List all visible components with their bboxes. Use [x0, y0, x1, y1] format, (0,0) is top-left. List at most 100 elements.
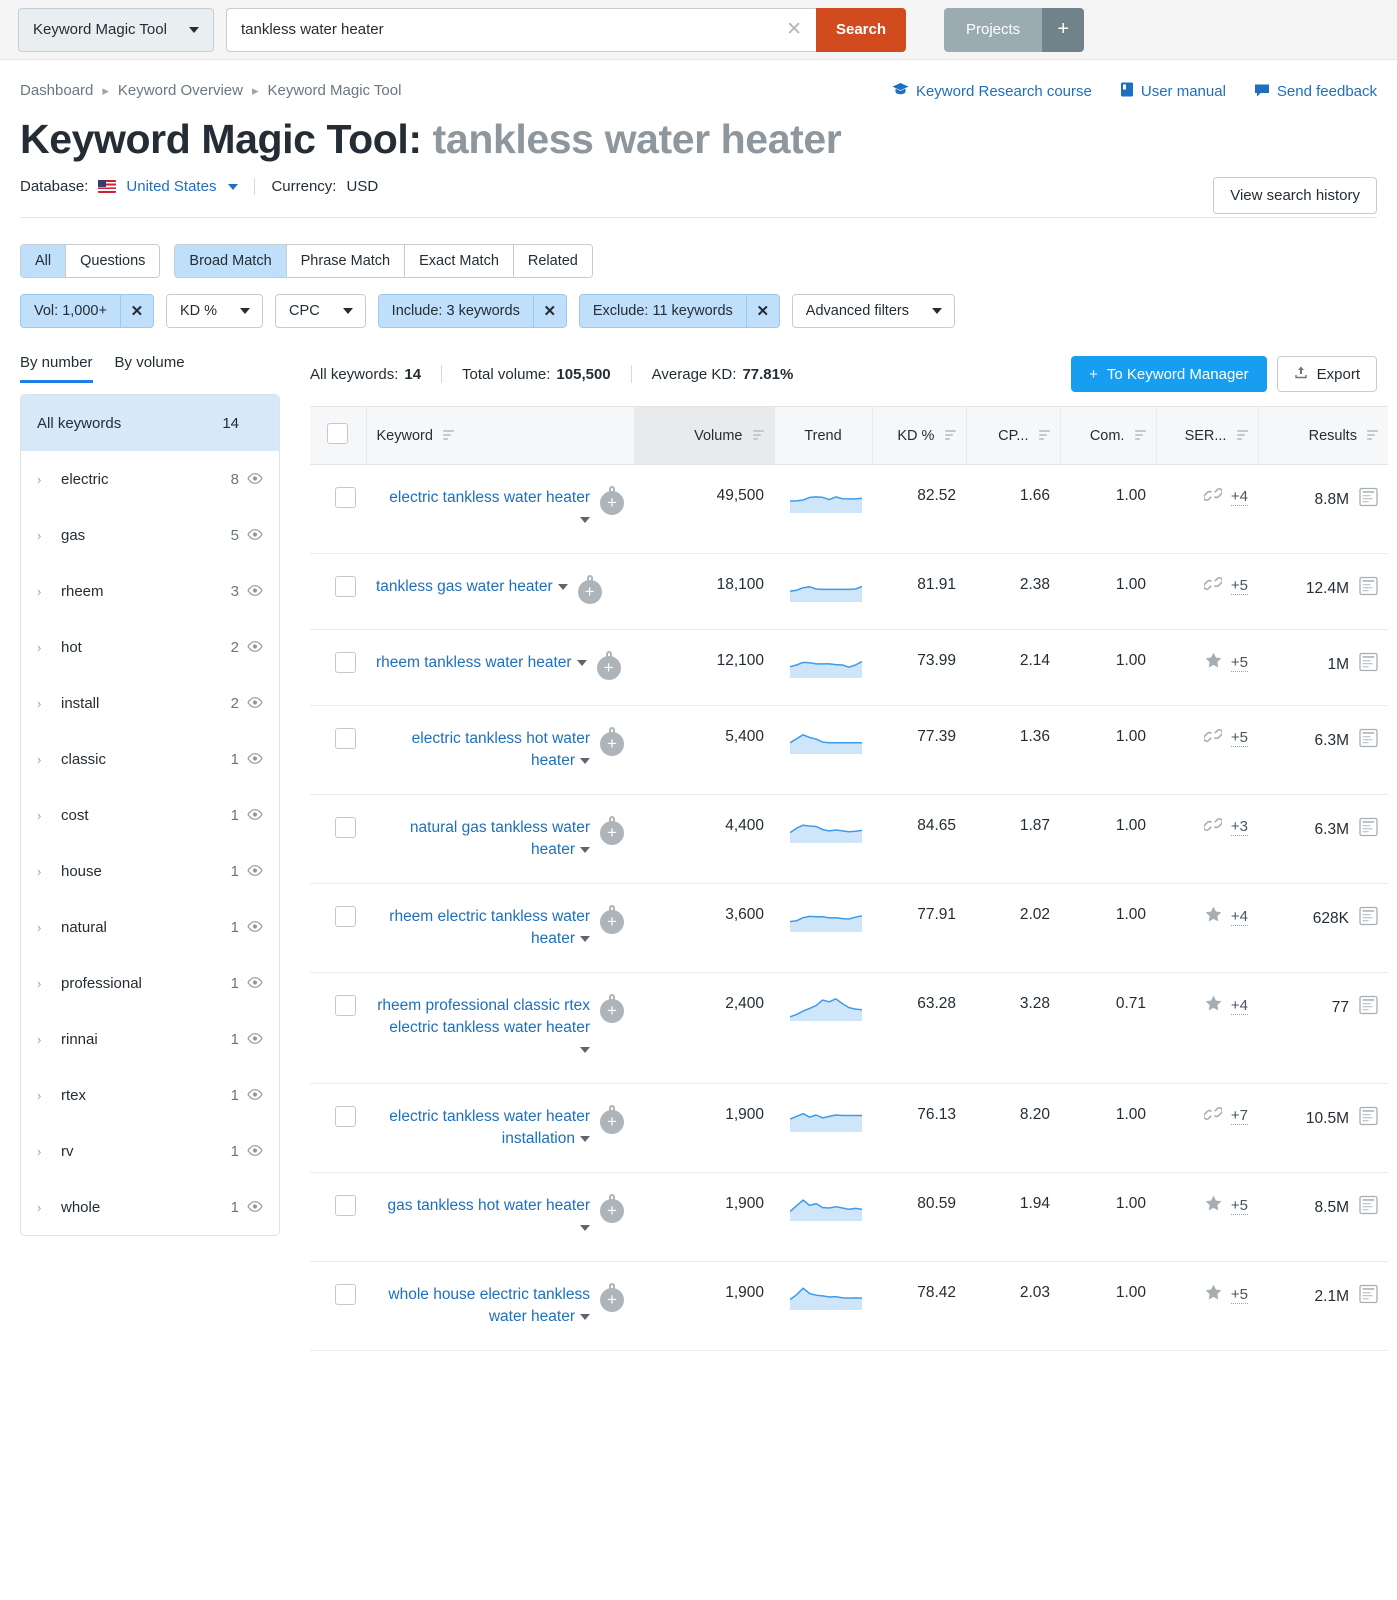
keyword-link[interactable]: electric tankless water heater installat… — [376, 1106, 590, 1150]
chevron-right-icon[interactable]: › — [37, 864, 53, 879]
projects-button[interactable]: Projects + — [944, 8, 1084, 52]
eye-icon[interactable] — [239, 1087, 263, 1104]
serp-more-count[interactable]: +5 — [1231, 1286, 1248, 1304]
view-search-history-button[interactable]: View search history — [1213, 177, 1377, 214]
row-checkbox[interactable] — [335, 1106, 356, 1127]
eye-icon[interactable] — [239, 471, 263, 488]
tab-by-volume[interactable]: By volume — [115, 354, 185, 383]
sidebar-item-rinnai[interactable]: ›rinnai1 — [21, 1011, 279, 1067]
eye-icon[interactable] — [239, 1031, 263, 1048]
sort-icon[interactable] — [1367, 430, 1378, 440]
add-keyword-icon[interactable]: + — [600, 1105, 624, 1131]
sidebar-item-rtex[interactable]: ›rtex1 — [21, 1067, 279, 1123]
serp-preview-icon[interactable] — [1359, 1195, 1378, 1220]
eye-icon[interactable] — [239, 639, 263, 656]
serp-preview-icon[interactable] — [1359, 817, 1378, 842]
keyword-link[interactable]: tankless gas water heater — [376, 576, 568, 598]
serp-more-count[interactable]: +4 — [1231, 488, 1248, 506]
serp-more-count[interactable]: +7 — [1231, 1107, 1248, 1125]
sort-icon[interactable] — [753, 430, 764, 440]
chevron-down-icon[interactable] — [580, 758, 590, 764]
sidebar-item-classic[interactable]: ›classic1 — [21, 731, 279, 787]
eye-icon[interactable] — [239, 975, 263, 992]
tab-exact-match[interactable]: Exact Match — [405, 245, 514, 277]
chevron-down-icon[interactable] — [228, 184, 238, 190]
sidebar-item-professional[interactable]: ›professional1 — [21, 955, 279, 1011]
breadcrumb-item-keyword-magic-tool[interactable]: Keyword Magic Tool — [268, 82, 402, 99]
keyword-link[interactable]: electric tankless water heater — [376, 487, 590, 531]
chevron-right-icon[interactable]: › — [37, 696, 53, 711]
chevron-right-icon[interactable]: › — [37, 1144, 53, 1159]
user-manual-link[interactable]: User manual — [1120, 82, 1226, 101]
eye-icon[interactable] — [239, 583, 263, 600]
sidebar-item-cost[interactable]: ›cost1 — [21, 787, 279, 843]
sidebar-item-rv[interactable]: ›rv1 — [21, 1123, 279, 1179]
star-icon[interactable] — [1205, 1195, 1222, 1216]
eye-icon[interactable] — [239, 751, 263, 768]
sidebar-item-rheem[interactable]: ›rheem3 — [21, 563, 279, 619]
chain-icon[interactable] — [1204, 1106, 1222, 1126]
chevron-right-icon[interactable]: › — [37, 976, 53, 991]
row-checkbox[interactable] — [335, 652, 356, 673]
add-keyword-icon[interactable]: + — [600, 905, 624, 931]
sort-icon[interactable] — [1135, 430, 1146, 440]
serp-more-count[interactable]: +4 — [1231, 997, 1248, 1015]
row-checkbox[interactable] — [335, 576, 356, 597]
chain-icon[interactable] — [1204, 728, 1222, 748]
chevron-down-icon[interactable] — [577, 660, 587, 666]
serp-preview-icon[interactable] — [1359, 487, 1378, 512]
breadcrumb-item-dashboard[interactable]: Dashboard — [20, 82, 93, 99]
star-icon[interactable] — [1205, 995, 1222, 1016]
chevron-right-icon[interactable]: › — [37, 1088, 53, 1103]
chevron-right-icon[interactable]: › — [37, 752, 53, 767]
serp-preview-icon[interactable] — [1359, 906, 1378, 931]
to-keyword-manager-button[interactable]: + To Keyword Manager — [1071, 356, 1267, 392]
tab-all[interactable]: All — [21, 245, 66, 277]
tab-broad-match[interactable]: Broad Match — [175, 245, 286, 277]
add-keyword-icon[interactable]: + — [600, 727, 624, 753]
select-all-checkbox[interactable] — [327, 423, 348, 444]
add-keyword-icon[interactable]: + — [600, 994, 624, 1020]
sidebar-item-gas[interactable]: ›gas5 — [21, 507, 279, 563]
sidebar-item-hot[interactable]: ›hot2 — [21, 619, 279, 675]
tool-selector-dropdown[interactable]: Keyword Magic Tool — [18, 8, 214, 52]
keyword-link[interactable]: rheem electric tankless water heater — [376, 906, 590, 950]
star-icon[interactable] — [1205, 906, 1222, 927]
row-checkbox[interactable] — [335, 817, 356, 838]
sort-icon[interactable] — [443, 430, 454, 440]
row-checkbox[interactable] — [335, 1284, 356, 1305]
eye-icon[interactable] — [239, 1199, 263, 1216]
remove-exclude-filter-icon[interactable]: ✕ — [746, 295, 779, 327]
search-input[interactable] — [241, 21, 778, 38]
keyword-link[interactable]: gas tankless hot water heater — [376, 1195, 590, 1239]
serp-more-count[interactable]: +5 — [1231, 729, 1248, 747]
serp-preview-icon[interactable] — [1359, 652, 1378, 677]
serp-more-count[interactable]: +5 — [1231, 1197, 1248, 1215]
serp-more-count[interactable]: +3 — [1231, 818, 1248, 836]
add-project-icon[interactable]: + — [1042, 8, 1084, 52]
tab-questions[interactable]: Questions — [66, 245, 159, 277]
chain-icon[interactable] — [1204, 487, 1222, 507]
add-keyword-icon[interactable]: + — [600, 1283, 624, 1309]
star-icon[interactable] — [1205, 1284, 1222, 1305]
chevron-right-icon[interactable]: › — [37, 808, 53, 823]
eye-icon[interactable] — [239, 807, 263, 824]
tab-by-number[interactable]: By number — [20, 354, 93, 383]
serp-more-count[interactable]: +5 — [1231, 654, 1248, 672]
chevron-down-icon[interactable] — [580, 847, 590, 853]
sidebar-item-install[interactable]: ›install2 — [21, 675, 279, 731]
eye-icon[interactable] — [239, 695, 263, 712]
add-keyword-icon[interactable]: + — [600, 486, 624, 512]
serp-more-count[interactable]: +4 — [1231, 908, 1248, 926]
search-button[interactable]: Search — [816, 8, 906, 52]
eye-icon[interactable] — [239, 527, 263, 544]
column-header-com[interactable]: Com. — [1060, 407, 1156, 465]
sidebar-item-electric[interactable]: ›electric8 — [21, 451, 279, 507]
sidebar-item-all-keywords[interactable]: All keywords 14 — [21, 395, 279, 451]
chain-icon[interactable] — [1204, 576, 1222, 596]
add-keyword-icon[interactable]: + — [600, 1194, 624, 1220]
column-header-serp[interactable]: SER... — [1156, 407, 1258, 465]
filter-chip-include[interactable]: Include: 3 keywords ✕ — [378, 294, 567, 328]
clear-search-icon[interactable]: ✕ — [778, 20, 802, 39]
serp-preview-icon[interactable] — [1359, 995, 1378, 1020]
